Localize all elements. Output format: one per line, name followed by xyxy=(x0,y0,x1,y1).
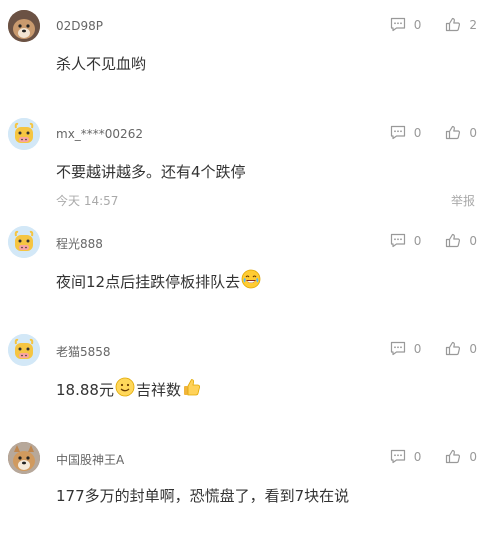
reply-count: 0 xyxy=(413,17,422,32)
dog-photo-avatar-icon xyxy=(8,442,40,474)
thumbs-up-icon xyxy=(446,341,461,356)
comment-text: 18.88元 吉祥数 xyxy=(56,377,203,401)
comment-icon xyxy=(390,233,405,248)
reply-count: 0 xyxy=(413,341,422,356)
user-avatar[interactable] xyxy=(8,118,40,150)
like-count: 2 xyxy=(469,17,477,32)
reply-button[interactable]: 0 xyxy=(390,17,422,32)
like-count: 0 xyxy=(469,233,477,248)
comment-actions: 0 0 xyxy=(390,449,477,464)
comment-actions: 0 2 xyxy=(390,17,477,32)
comment-text: 夜间12点后挂跌停板排队去 xyxy=(56,269,262,293)
comment-icon xyxy=(390,17,405,32)
cow-avatar-icon xyxy=(8,226,40,258)
comment-icon xyxy=(390,125,405,140)
dog-photo-avatar-icon xyxy=(8,10,40,42)
username[interactable]: mx_****00262 xyxy=(56,127,143,141)
comment-text: 杀人不见血哟 xyxy=(56,55,147,73)
username[interactable]: 老猫5858 xyxy=(56,343,111,360)
comment-item: 老猫5858 0 0 18.88元 吉祥数 xyxy=(0,324,491,432)
reply-button[interactable]: 0 xyxy=(390,125,422,140)
user-avatar[interactable] xyxy=(8,10,40,42)
like-button[interactable]: 0 xyxy=(445,125,477,140)
comment-text: 177多万的封单啊，恐慌盘了，看到7块在说 xyxy=(56,487,350,505)
comment-item: 02D98P 0 2 杀人不见血哟 xyxy=(0,0,491,108)
username[interactable]: 程光888 xyxy=(56,235,103,252)
reply-button[interactable]: 0 xyxy=(390,233,422,248)
like-button[interactable]: 0 xyxy=(445,341,477,356)
comment-item: mx_****00262 0 0 不要越讲越多。还有4个跌停 今天 14:57 … xyxy=(0,108,491,216)
user-avatar[interactable] xyxy=(8,334,40,366)
cow-avatar-icon xyxy=(8,118,40,150)
reply-button[interactable]: 0 xyxy=(390,449,422,464)
user-avatar[interactable] xyxy=(8,442,40,474)
thumbs-up-icon xyxy=(446,449,461,464)
reply-count: 0 xyxy=(413,233,422,248)
comment-item: 程光888 0 0 夜间12点后挂跌停板排队去 xyxy=(0,216,491,324)
comment-icon xyxy=(390,341,405,356)
user-avatar[interactable] xyxy=(8,226,40,258)
thumbs-up-icon xyxy=(446,17,461,32)
reply-button[interactable]: 0 xyxy=(390,341,422,356)
crying-laughing-emoji-icon xyxy=(241,269,261,293)
username[interactable]: 02D98P xyxy=(56,19,103,33)
comment-timestamp: 今天 14:57 xyxy=(56,194,119,208)
comment-text-part: 吉祥数 xyxy=(135,380,181,399)
comment-actions: 0 0 xyxy=(390,233,477,248)
reply-count: 0 xyxy=(413,449,422,464)
comment-icon xyxy=(390,449,405,464)
like-button[interactable]: 0 xyxy=(445,233,477,248)
thumbs-up-icon xyxy=(446,125,461,140)
cow-avatar-icon xyxy=(8,334,40,366)
comment-text: 不要越讲越多。还有4个跌停 xyxy=(56,163,246,181)
like-count: 0 xyxy=(469,125,477,140)
comment-item: 中国股神王A 0 0 177多万的封单啊，恐慌盘了，看到7块在说 xyxy=(0,432,491,540)
comment-actions: 0 0 xyxy=(390,125,477,140)
like-count: 0 xyxy=(469,341,477,356)
smile-emoji-icon xyxy=(115,377,135,401)
username[interactable]: 中国股神王A xyxy=(56,451,124,468)
reply-count: 0 xyxy=(413,125,422,140)
thumbs-up-icon xyxy=(446,233,461,248)
comment-actions: 0 0 xyxy=(390,341,477,356)
report-button[interactable]: 举报 xyxy=(451,192,475,209)
thumbs-up-emoji-icon xyxy=(182,377,202,401)
like-count: 0 xyxy=(469,449,477,464)
comment-text-content: 夜间12点后挂跌停板排队去 xyxy=(56,272,241,291)
like-button[interactable]: 0 xyxy=(445,449,477,464)
comment-text-part: 18.88元 xyxy=(56,380,114,399)
like-button[interactable]: 2 xyxy=(445,17,477,32)
